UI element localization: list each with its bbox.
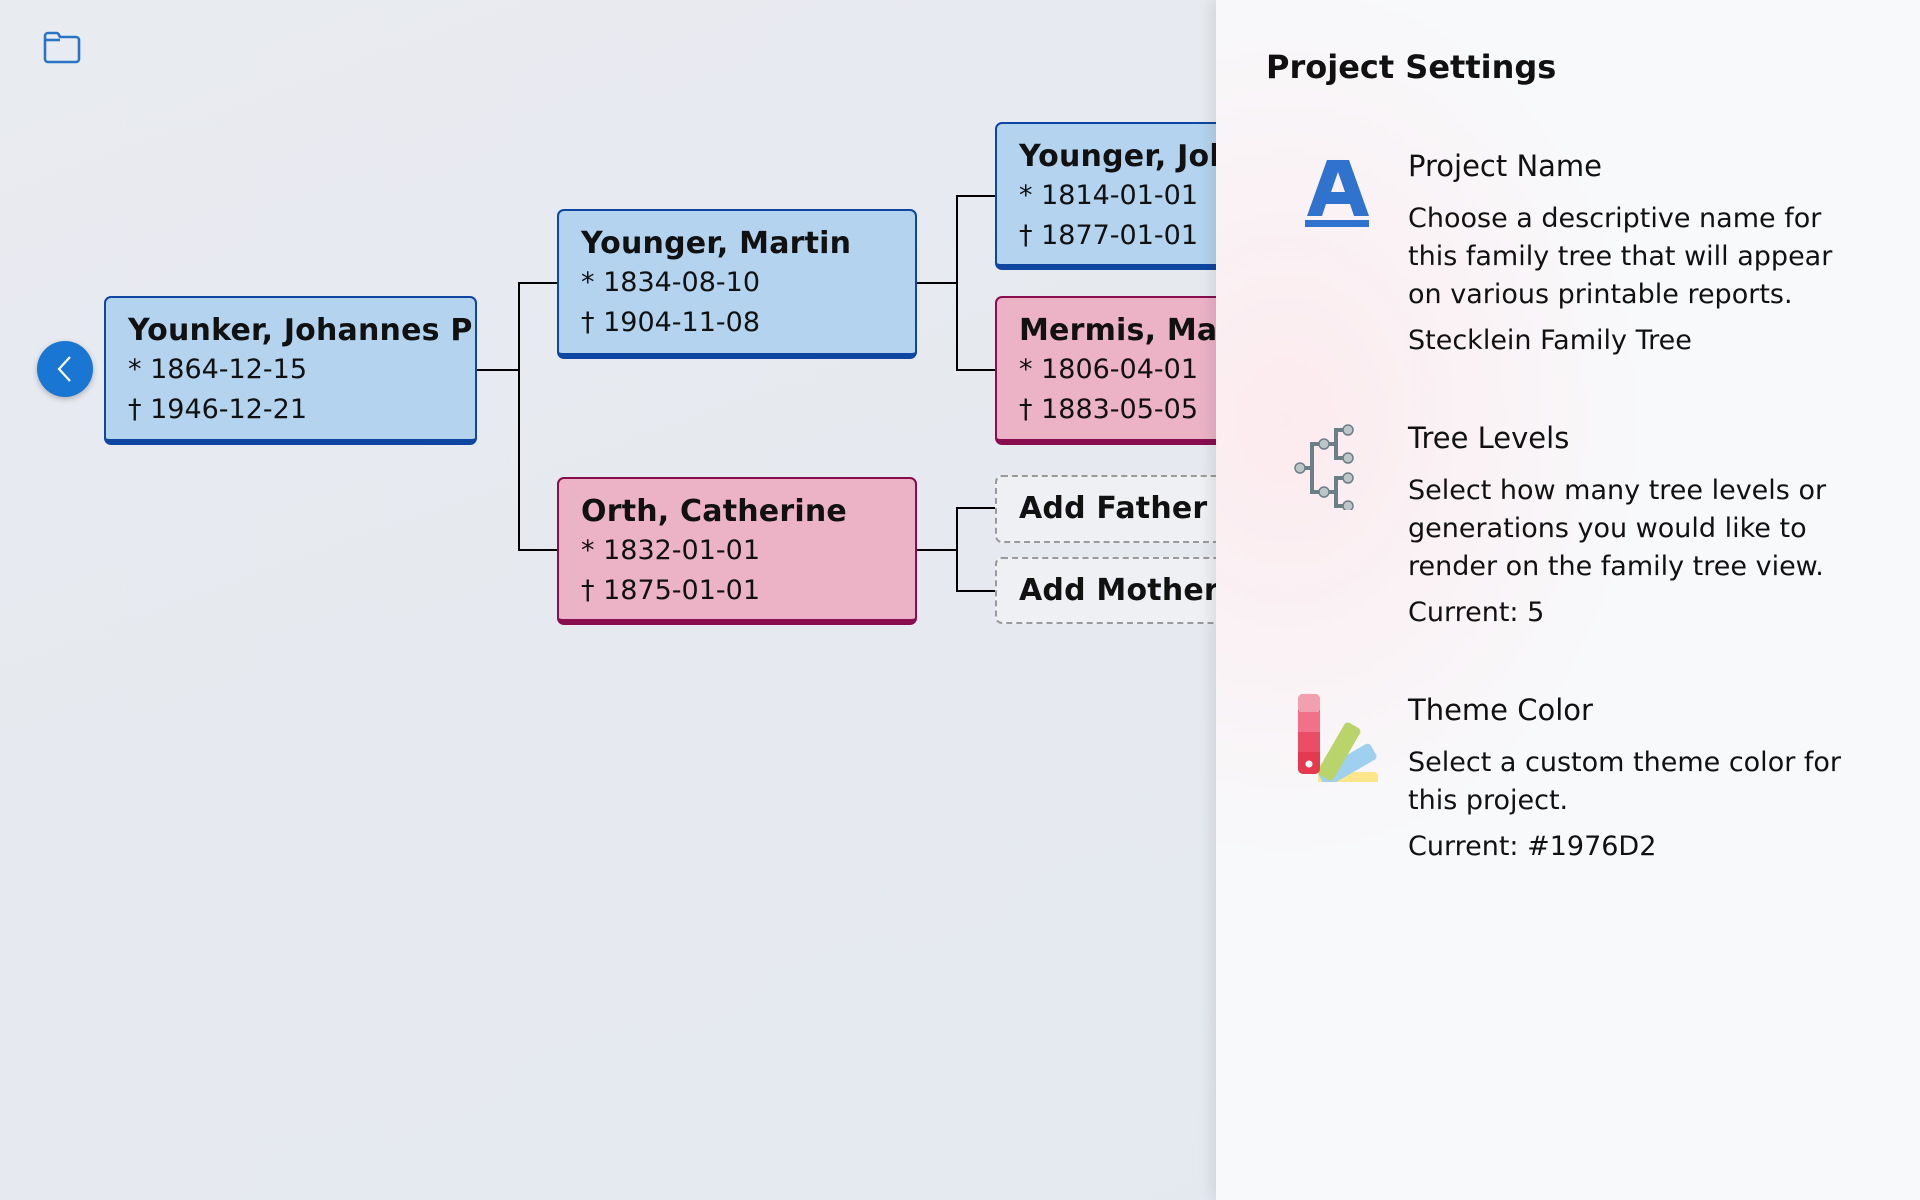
connector [956, 195, 958, 371]
death-date: † 1875-01-01 [581, 575, 760, 606]
connector [518, 549, 558, 551]
chevron-left-icon [57, 356, 71, 382]
person-name: Younker, Johannes P [128, 313, 473, 348]
person-card-mother[interactable]: Orth, Catherine * 1832-01-01 † 1875-01-0… [557, 477, 917, 625]
folder-icon [43, 31, 81, 64]
death-date: † 1946-12-21 [128, 394, 307, 425]
birth-date: * 1806-04-01 [1019, 354, 1198, 385]
connector [518, 282, 520, 551]
family-tree-canvas: Younker, Johannes P * 1864-12-15 † 1946-… [0, 0, 1255, 1200]
connector [518, 282, 558, 284]
color-palette-icon [1294, 692, 1384, 790]
connector [916, 549, 957, 551]
setting-description: Select a custom theme color for this pro… [1408, 747, 1842, 816]
setting-heading: Theme Color [1408, 693, 1593, 727]
setting-heading: Tree Levels [1408, 421, 1570, 455]
connector [916, 282, 957, 284]
connector [956, 507, 996, 509]
setting-description: Select how many tree levels or generatio… [1408, 475, 1827, 582]
connector [956, 590, 996, 592]
setting-value: Current: #1976D2 [1408, 831, 1657, 862]
birth-date: * 1864-12-15 [128, 354, 307, 385]
open-folder-button[interactable] [40, 28, 84, 68]
tree-levels-icon [1294, 420, 1384, 512]
connector [956, 507, 958, 592]
birth-date: * 1832-01-01 [581, 535, 760, 566]
project-settings-panel: Project Settings Project Name Choose a d… [1216, 0, 1920, 1200]
back-button[interactable] [37, 341, 93, 397]
connector [476, 369, 519, 371]
font-letter-a-icon [1294, 148, 1384, 238]
connector [956, 369, 996, 371]
setting-value: Stecklein Family Tree [1408, 325, 1692, 356]
birth-date: * 1814-01-01 [1019, 180, 1198, 211]
person-name: Younger, Martin [581, 226, 852, 261]
person-card-father[interactable]: Younger, Martin * 1834-08-10 † 1904-11-0… [557, 209, 917, 359]
setting-value: Current: 5 [1408, 597, 1545, 628]
add-mother-label: Add Mother [1019, 573, 1219, 608]
panel-title: Project Settings [1266, 48, 1557, 86]
person-name: Mermis, Mar [1019, 313, 1233, 348]
add-father-label: Add Father [1019, 491, 1208, 526]
death-date: † 1883-05-05 [1019, 394, 1198, 425]
person-name: Orth, Catherine [581, 494, 847, 529]
death-date: † 1877-01-01 [1019, 220, 1198, 251]
death-date: † 1904-11-08 [581, 307, 760, 338]
setting-description: Choose a descriptive name for this famil… [1408, 203, 1833, 310]
person-name: Younger, Joh [1019, 139, 1231, 174]
connector [956, 195, 996, 197]
person-card-root[interactable]: Younker, Johannes P * 1864-12-15 † 1946-… [104, 296, 477, 445]
setting-heading: Project Name [1408, 149, 1602, 183]
birth-date: * 1834-08-10 [581, 267, 760, 298]
